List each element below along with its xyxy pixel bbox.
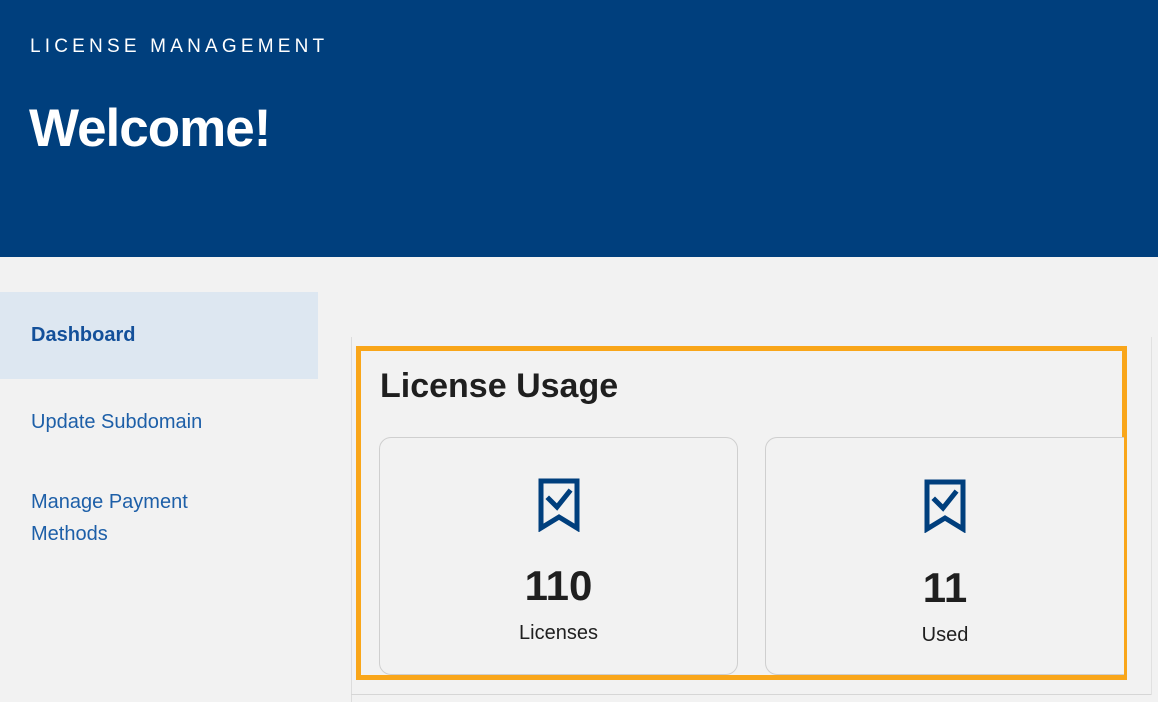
content-panel-divider bbox=[351, 694, 1151, 695]
license-usage-title: License Usage bbox=[380, 367, 619, 405]
sidebar-item-update-subdomain[interactable]: Update Subdomain bbox=[0, 379, 318, 466]
sidebar-nav: Dashboard Update Subdomain Manage Paymen… bbox=[0, 292, 318, 550]
bookmark-check-icon bbox=[538, 478, 579, 532]
sidebar-item-manage-payment-methods[interactable]: Manage Payment Methods bbox=[0, 466, 260, 550]
licenses-card[interactable]: 110 Licenses bbox=[379, 437, 738, 675]
bookmark-check-icon bbox=[924, 479, 966, 533]
used-count: 11 bbox=[922, 564, 968, 611]
sidebar-item-dashboard[interactable]: Dashboard bbox=[0, 292, 318, 379]
license-usage-section: License Usage 110 Licenses 11 Used bbox=[356, 346, 1127, 680]
page-header: LICENSE MANAGEMENT Welcome! bbox=[0, 0, 1158, 257]
app-eyebrow-title: LICENSE MANAGEMENT bbox=[30, 36, 329, 57]
used-card[interactable]: 11 Used bbox=[765, 437, 1124, 675]
used-label: Used bbox=[921, 624, 969, 646]
licenses-count: 110 bbox=[524, 562, 593, 609]
content-panel-edge bbox=[1151, 337, 1152, 695]
welcome-heading: Welcome! bbox=[29, 99, 271, 158]
licenses-label: Licenses bbox=[519, 622, 598, 644]
